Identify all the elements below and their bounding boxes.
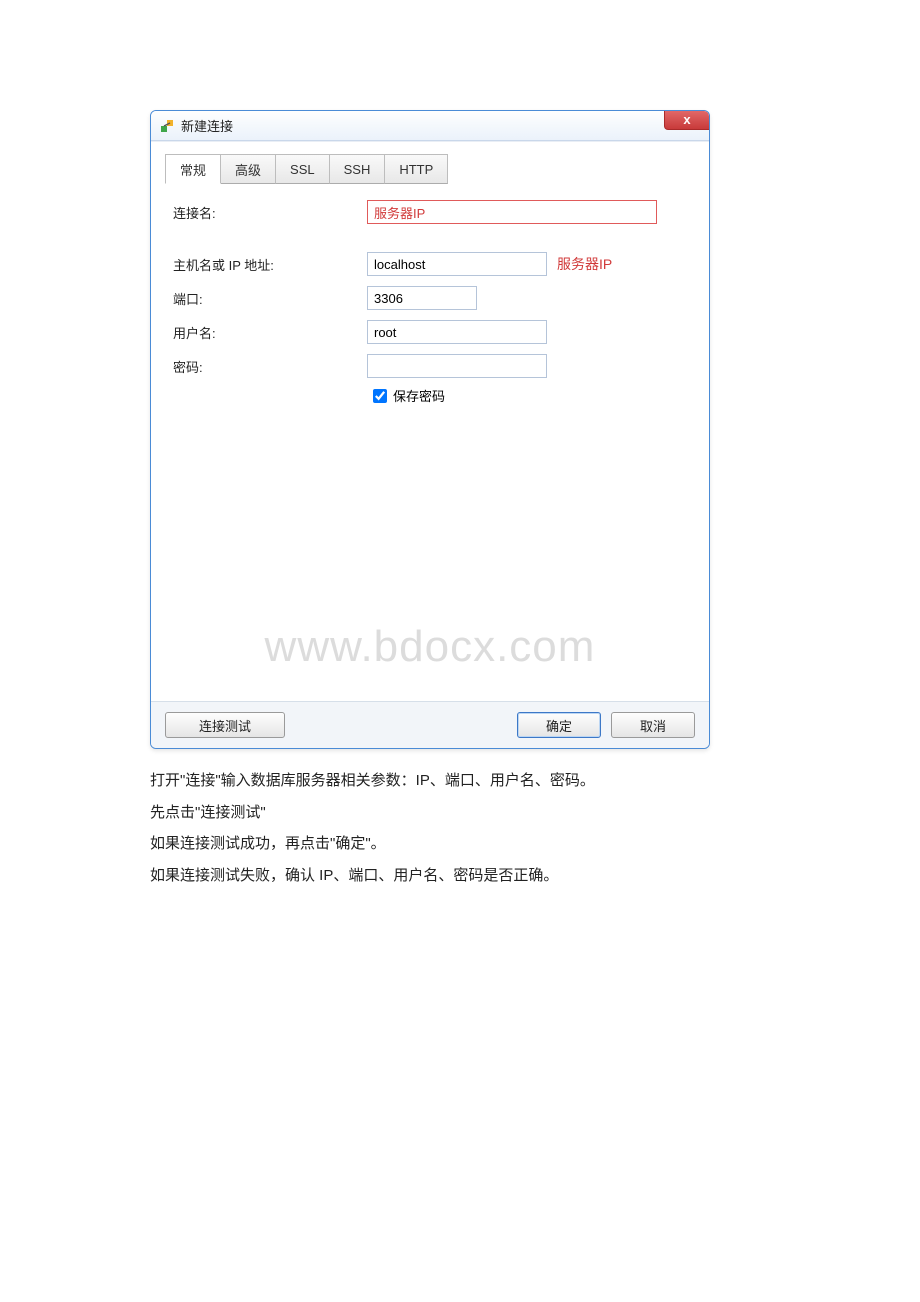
label-password: 密码: xyxy=(167,357,367,376)
label-user: 用户名: xyxy=(167,323,367,342)
tab-ssh[interactable]: SSH xyxy=(330,154,386,184)
port-input[interactable] xyxy=(367,286,477,310)
tab-general[interactable]: 常规 xyxy=(165,154,221,184)
tab-http[interactable]: HTTP xyxy=(385,154,448,184)
watermark: www.bdocx.com xyxy=(151,622,709,672)
tab-advanced[interactable]: 高级 xyxy=(221,154,276,184)
close-button[interactable]: x xyxy=(664,110,710,130)
dialog-body: 常规 高级 SSL SSH HTTP 连接名: 主机名或 IP 地址: 服务器I… xyxy=(151,141,709,701)
test-connection-button[interactable]: 连接测试 xyxy=(165,712,285,738)
cancel-button[interactable]: 取消 xyxy=(611,712,695,738)
connect-icon xyxy=(159,118,175,134)
close-icon: x xyxy=(683,112,690,127)
user-input[interactable] xyxy=(367,320,547,344)
save-password-checkbox[interactable] xyxy=(373,389,387,403)
instructions: 打开"连接"输入数据库服务器相关参数：IP、端口、用户名、密码。 先点击"连接测… xyxy=(150,765,770,891)
instruction-line: 打开"连接"输入数据库服务器相关参数：IP、端口、用户名、密码。 xyxy=(150,765,770,797)
titlebar[interactable]: 新建连接 x xyxy=(151,111,709,141)
instruction-line: 先点击"连接测试" xyxy=(150,797,770,829)
host-annotation: 服务器IP xyxy=(557,254,612,274)
conn-name-input[interactable] xyxy=(367,200,657,224)
tabs: 常规 高级 SSL SSH HTTP xyxy=(165,154,693,184)
instruction-line: 如果连接测试成功，再点击"确定"。 xyxy=(150,828,770,860)
instruction-line: 如果连接测试失败，确认 IP、端口、用户名、密码是否正确。 xyxy=(150,860,770,892)
label-host: 主机名或 IP 地址: xyxy=(167,255,367,274)
label-port: 端口: xyxy=(167,289,367,308)
ok-button[interactable]: 确定 xyxy=(517,712,601,738)
host-input[interactable] xyxy=(367,252,547,276)
password-input[interactable] xyxy=(367,354,547,378)
dialog-footer: 连接测试 确定 取消 xyxy=(151,701,709,748)
dialog-title: 新建连接 xyxy=(181,116,233,135)
new-connection-dialog: 新建连接 x 常规 高级 SSL SSH HTTP 连接名: 主机名或 IP 地… xyxy=(150,110,710,749)
label-save-password: 保存密码 xyxy=(393,386,445,405)
label-conn-name: 连接名: xyxy=(167,203,367,222)
tab-ssl[interactable]: SSL xyxy=(276,154,330,184)
